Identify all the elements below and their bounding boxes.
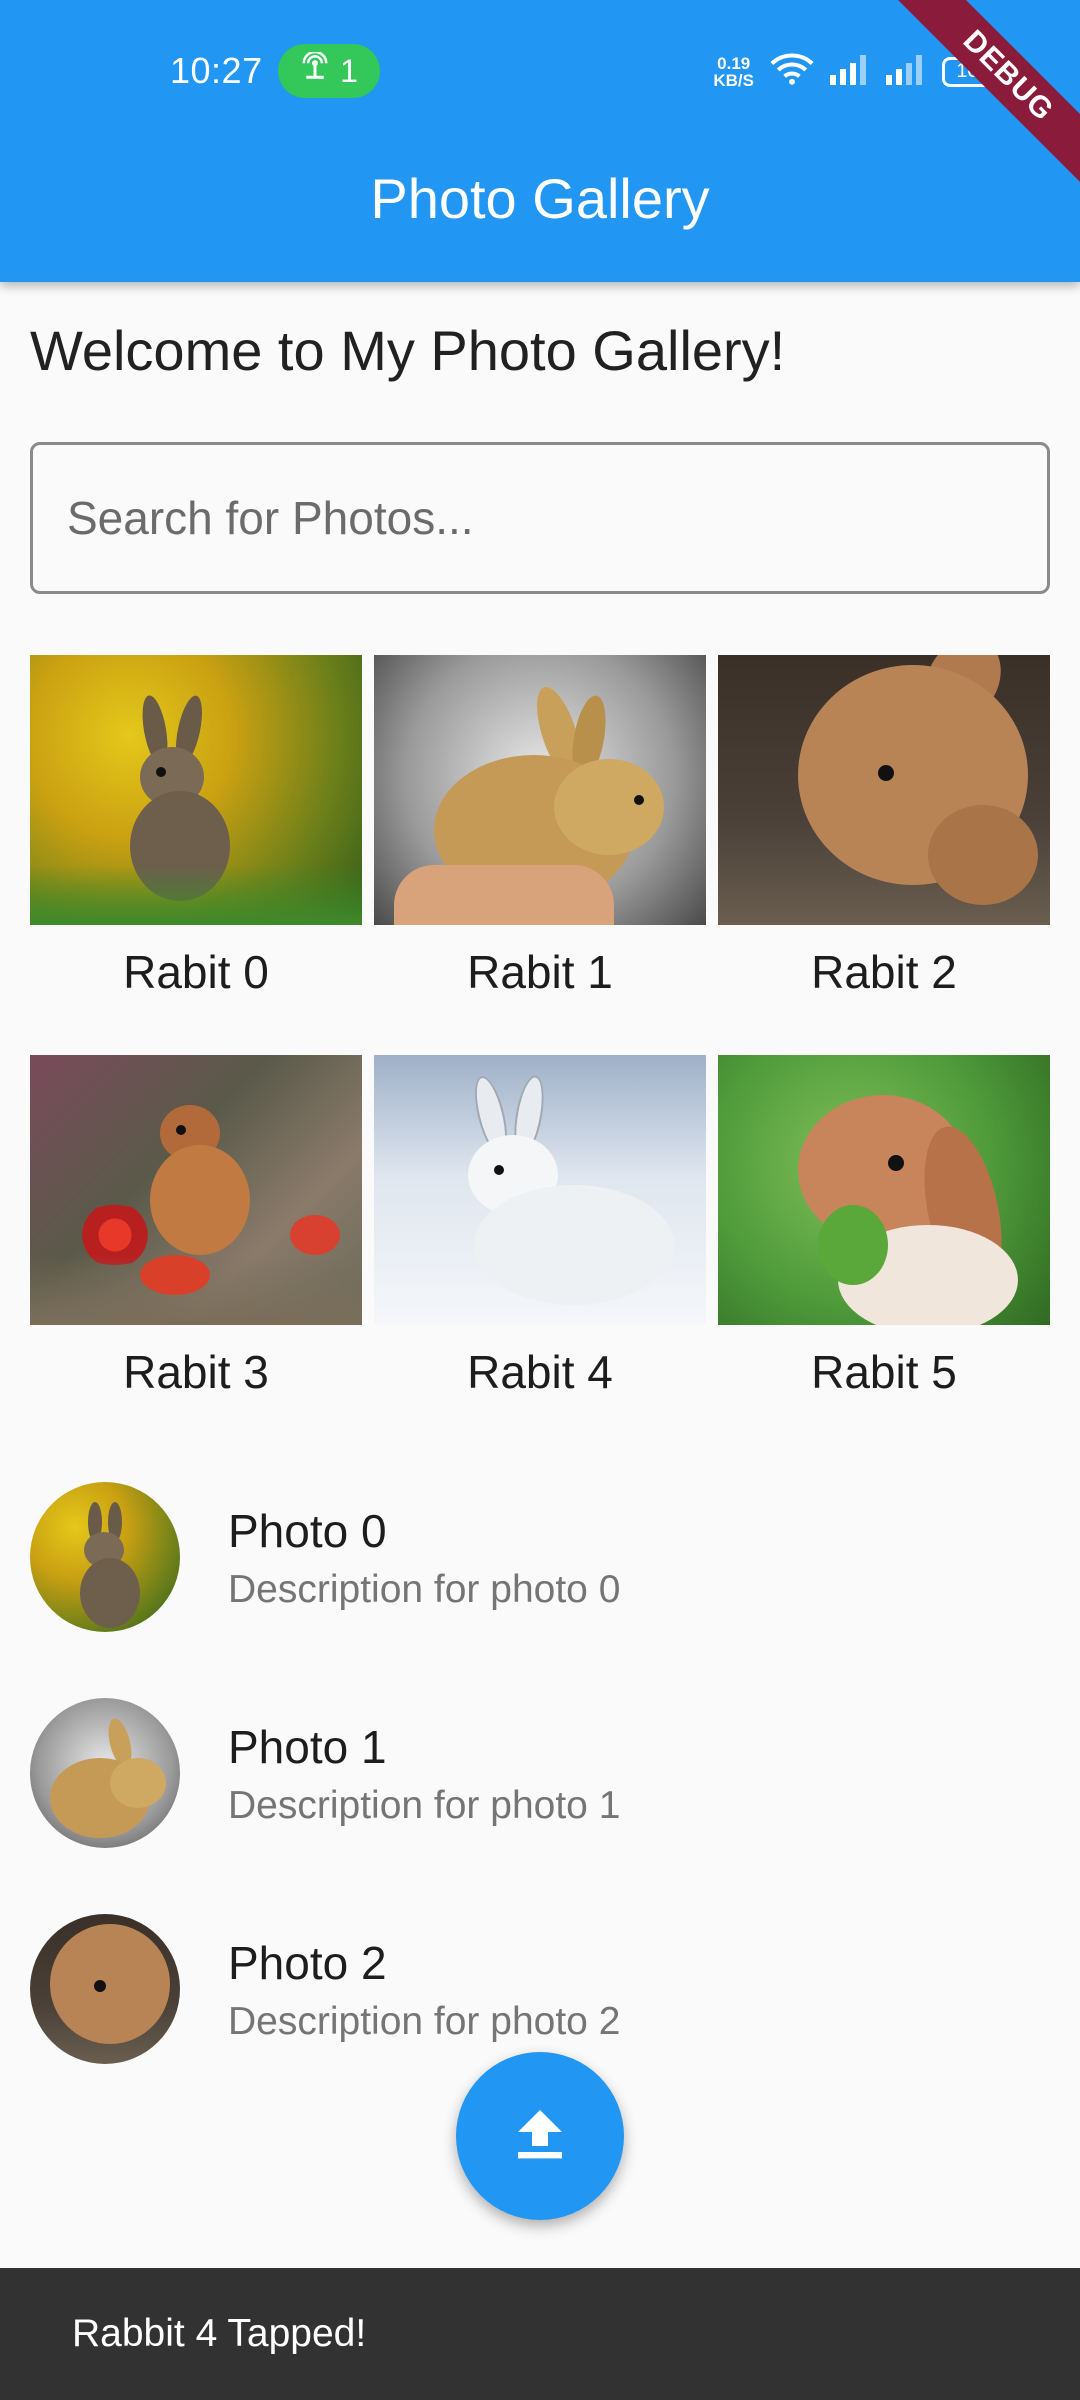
upload-button[interactable] [456, 2052, 624, 2220]
list-item[interactable]: Photo 0 Description for photo 0 [0, 1462, 1080, 1678]
grid-label: Rabit 0 [123, 946, 269, 998]
upload-icon [514, 2106, 566, 2167]
grid-item-rabbit-0[interactable]: Rabit 0 [30, 655, 362, 1011]
snackbar: Rabbit 4 Tapped! [0, 2268, 1080, 2400]
rabbit-photo-5[interactable] [718, 1055, 1050, 1325]
grid-label: Rabit 1 [467, 946, 613, 998]
net-speed-value: 0.19 [717, 53, 751, 73]
net-speed-unit: KB/S [713, 70, 754, 90]
signal-icon [830, 53, 870, 90]
avatar [30, 1698, 180, 1848]
search-input[interactable] [67, 491, 1047, 545]
photo-list: Photo 0 Description for photo 0 Photo 1 … [0, 1462, 1080, 2110]
list-item-title: Photo 1 [228, 1721, 387, 1773]
list-item-subtitle: Description for photo 0 [228, 1568, 621, 1611]
welcome-heading: Welcome to My Photo Gallery! [30, 319, 786, 382]
grid-item-rabbit-1[interactable]: Rabit 1 [374, 655, 706, 1011]
avatar [30, 1482, 180, 1632]
wifi-icon [770, 52, 814, 91]
hotspot-count: 1 [340, 52, 358, 89]
search-field[interactable] [30, 442, 1050, 594]
list-item-title: Photo 0 [228, 1505, 387, 1557]
status-time: 10:27 [170, 50, 263, 91]
rabbit-photo-1[interactable] [374, 655, 706, 925]
photo-grid: Rabit 0 Rabit 1 Rabit 2 Rabit 3 Rabit 4 … [30, 655, 1050, 1411]
rabbit-photo-3[interactable] [30, 1055, 362, 1325]
grid-item-rabbit-3[interactable]: Rabit 3 [30, 1055, 362, 1411]
grid-label: Rabit 2 [811, 946, 957, 998]
rabbit-photo-4[interactable] [374, 1055, 706, 1325]
rabbit-photo-2[interactable] [718, 655, 1050, 925]
signal-icon-2 [886, 53, 926, 90]
grid-label: Rabit 4 [467, 1346, 613, 1398]
hotspot-icon [300, 50, 330, 90]
grid-item-rabbit-4[interactable]: Rabit 4 [374, 1055, 706, 1411]
grid-label: Rabit 5 [811, 1346, 957, 1398]
grid-label: Rabit 3 [123, 1346, 269, 1398]
hotspot-indicator: 1 [278, 44, 380, 98]
app-bar: 10:27 1 0.19 KB/S 100 Photo Gallery [0, 0, 1080, 282]
list-item[interactable]: Photo 1 Description for photo 1 [0, 1678, 1080, 1894]
grid-item-rabbit-5[interactable]: Rabit 5 [718, 1055, 1050, 1411]
list-item-subtitle: Description for photo 1 [228, 1784, 621, 1827]
page-title: Photo Gallery [370, 167, 710, 230]
net-speed: 0.19 KB/S [713, 55, 754, 89]
snackbar-message: Rabbit 4 Tapped! [72, 2312, 367, 2355]
list-item-subtitle: Description for photo 2 [228, 2000, 621, 2043]
avatar [30, 1914, 180, 2064]
list-item-title: Photo 2 [228, 1937, 387, 1989]
grid-item-rabbit-2[interactable]: Rabit 2 [718, 655, 1050, 1011]
rabbit-photo-0[interactable] [30, 655, 362, 925]
